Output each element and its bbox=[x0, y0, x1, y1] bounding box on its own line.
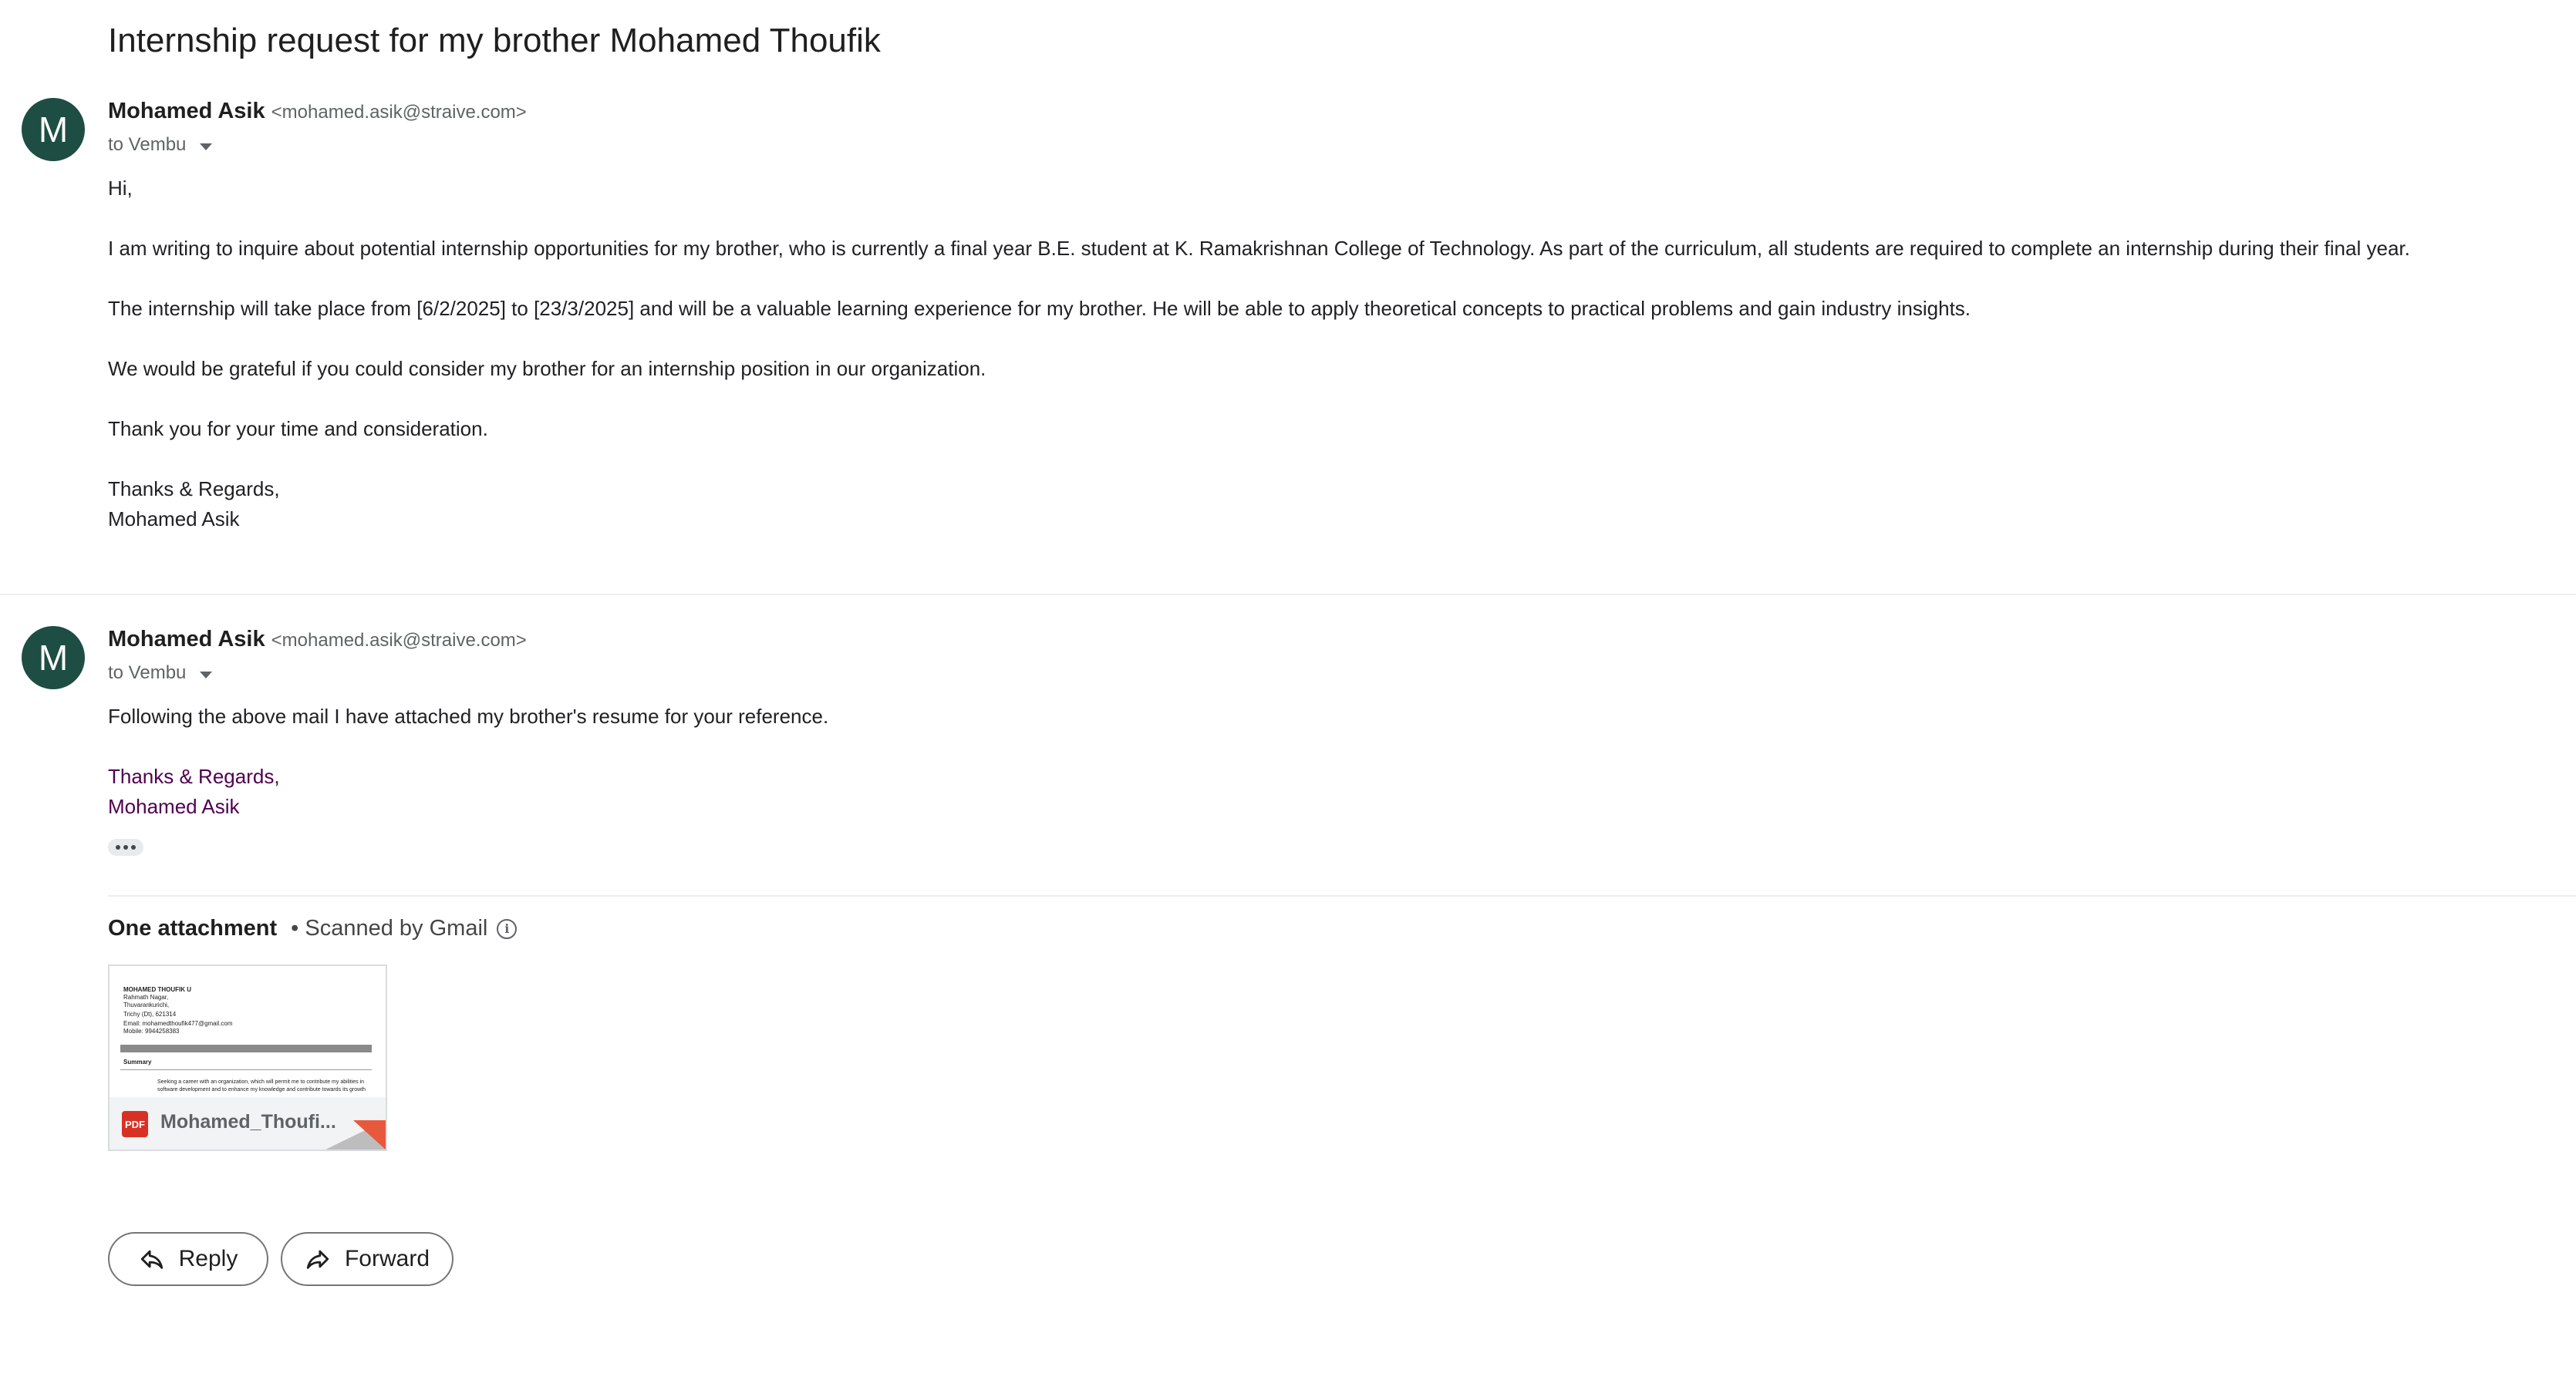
message-paragraph: Thank you for your time and consideratio… bbox=[108, 417, 488, 440]
preview-text: Thuvarankurichi, bbox=[123, 1002, 170, 1008]
preview-text: Rahmath Nagar, bbox=[123, 994, 169, 1001]
dot bbox=[123, 845, 128, 850]
scanned-label: • Scanned by Gmail bbox=[291, 916, 488, 941]
chevron-down-icon[interactable] bbox=[200, 671, 213, 678]
attachment-file-name[interactable]: Mohamed_Thoufi... bbox=[160, 1111, 336, 1133]
message-paragraph: I am writing to inquire about potential … bbox=[108, 237, 2410, 260]
preview-rule bbox=[120, 1069, 372, 1070]
attachments-header: One attachment • Scanned by Gmail i bbox=[108, 916, 518, 941]
preview-text: Email: mohamedthoufik477@gmail.com bbox=[123, 1020, 233, 1027]
pdf-icon: PDF bbox=[122, 1111, 148, 1137]
attachment-footer: PDF Mohamed_Thoufi... bbox=[110, 1097, 386, 1150]
message-greeting: Hi, bbox=[108, 177, 133, 200]
signature-name: Mohamed Asik bbox=[108, 795, 240, 818]
show-trimmed-content-button[interactable] bbox=[108, 839, 143, 856]
signature-name: Mohamed Asik bbox=[108, 507, 240, 530]
reply-button[interactable]: Reply bbox=[108, 1232, 268, 1286]
sender-avatar[interactable]: M bbox=[22, 626, 85, 689]
sender-line: Mohamed Asik <mohamed.asik@straive.com> bbox=[108, 99, 527, 124]
recipient-label: to Vembu bbox=[108, 662, 187, 683]
sender-email: <mohamed.asik@straive.com> bbox=[271, 630, 527, 651]
message-paragraph: We would be grateful if you could consid… bbox=[108, 357, 986, 380]
forward-icon bbox=[306, 1250, 329, 1269]
attachment-divider bbox=[108, 895, 2576, 897]
sender-name[interactable]: Mohamed Asik bbox=[108, 99, 265, 123]
attachment-preview: MOHAMED THOUFIK U Rahmath Nagar, Thuvara… bbox=[110, 966, 386, 1097]
preview-text: MOHAMED THOUFIK U bbox=[123, 986, 191, 993]
signature-line: Thanks & Regards, bbox=[108, 765, 280, 788]
reply-label: Reply bbox=[178, 1246, 238, 1271]
sender-name[interactable]: Mohamed Asik bbox=[108, 627, 265, 651]
preview-text: Trichy (Dt), 621314 bbox=[123, 1011, 177, 1018]
recipient-line[interactable]: to Vembu bbox=[108, 662, 213, 684]
page-fold-accent bbox=[353, 1120, 386, 1150]
sender-avatar[interactable]: M bbox=[22, 98, 85, 161]
forward-label: Forward bbox=[344, 1246, 430, 1271]
message-paragraph: Following the above mail I have attached… bbox=[108, 705, 829, 728]
signature-line: Thanks & Regards, bbox=[108, 477, 280, 500]
message-paragraph: The internship will take place from [6/2… bbox=[108, 297, 1971, 320]
dot bbox=[131, 845, 136, 850]
forward-button[interactable]: Forward bbox=[281, 1232, 453, 1286]
attachments-count: One attachment bbox=[108, 916, 278, 941]
reply-icon bbox=[140, 1250, 163, 1269]
recipient-label: to Vembu bbox=[108, 134, 187, 155]
preview-text: software development and to enhance my k… bbox=[157, 1087, 366, 1093]
chevron-down-icon[interactable] bbox=[200, 143, 213, 150]
preview-text: Summary bbox=[123, 1059, 152, 1066]
dot bbox=[116, 845, 120, 850]
sender-email: <mohamed.asik@straive.com> bbox=[271, 102, 527, 123]
preview-text: Seeking a career with an organization, w… bbox=[157, 1079, 365, 1085]
info-icon[interactable]: i bbox=[497, 918, 518, 939]
sender-line: Mohamed Asik <mohamed.asik@straive.com> bbox=[108, 627, 527, 652]
recipient-line[interactable]: to Vembu bbox=[108, 134, 213, 156]
email-subject: Internship request for my brother Mohame… bbox=[108, 22, 881, 59]
preview-divider-bar bbox=[120, 1045, 372, 1052]
preview-text: Mobile: 9944258383 bbox=[123, 1028, 180, 1035]
message-divider bbox=[0, 594, 2576, 595]
attachment-card[interactable]: MOHAMED THOUFIK U Rahmath Nagar, Thuvara… bbox=[108, 965, 387, 1151]
